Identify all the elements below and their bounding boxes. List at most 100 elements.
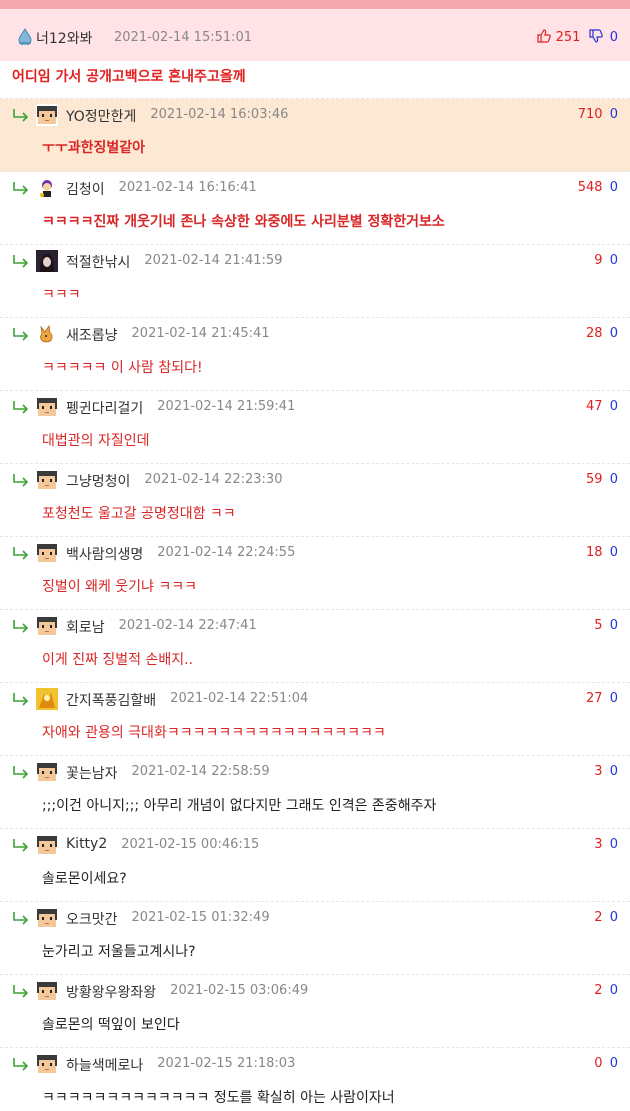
reply-header: 간지폭풍김할배 2021-02-14 22:51:04 27 0 (0, 683, 630, 715)
comment-date: 2021-02-14 15:51:01 (114, 30, 253, 45)
avatar-pixel-face[interactable] (36, 761, 58, 783)
reply-header: 꽃는남자 2021-02-14 22:58:59 3 0 (0, 756, 630, 788)
reply-text: ㅋㅋㅋ (42, 287, 81, 303)
reply-author[interactable]: 방황왕우왕좌왕 (66, 982, 156, 1002)
reply-date: 2021-02-14 21:59:41 (157, 399, 296, 414)
reply-header: 하늘색메로나 2021-02-15 21:18:03 0 0 (0, 1048, 630, 1080)
downvote-count: 0 (609, 180, 618, 195)
reply-item: 백사람의생명 2021-02-14 22:24:55 18 0 징벌이 왜케 웃… (0, 537, 630, 610)
top-accent-bar (0, 0, 630, 9)
upvote-count: 2 (594, 910, 603, 925)
vote-area: 2 0 (594, 983, 618, 998)
thumbs-down-icon[interactable] (588, 29, 603, 47)
reply-author[interactable]: 간지폭풍김할배 (66, 690, 156, 710)
reply-date: 2021-02-15 00:46:15 (121, 837, 260, 852)
reply-author[interactable]: 하늘색메로나 (66, 1055, 143, 1075)
reply-date: 2021-02-14 22:24:55 (157, 545, 296, 560)
reply-text: 대법관의 자질인데 (42, 433, 150, 449)
reply-text: 솔로몬이세요? (42, 871, 127, 887)
reply-item: 방황왕우왕좌왕 2021-02-15 03:06:49 2 0 솔로몬의 떡잎이… (0, 975, 630, 1048)
vote-area: 0 0 (594, 1056, 618, 1071)
reply-arrow-icon (12, 400, 30, 414)
reply-header: Kitty2 2021-02-15 00:46:15 3 0 (0, 829, 630, 861)
reply-text: ;;;이건 아니지;;; 아무리 개념이 없다지만 그래도 인격은 존중해주자 (42, 798, 437, 814)
reply-arrow-icon (12, 327, 30, 341)
avatar-pixel-face[interactable] (36, 834, 58, 856)
reply-item: 적절한낚시 2021-02-14 21:41:59 9 0 ㅋㅋㅋ (0, 245, 630, 318)
reply-item: 그냥멍청이 2021-02-14 22:23:30 59 0 포청천도 울고갈 … (0, 464, 630, 537)
vote-area: 2 0 (594, 910, 618, 925)
reply-arrow-icon (12, 108, 30, 122)
reply-header: 새조롭냥 2021-02-14 21:45:41 28 0 (0, 318, 630, 350)
reply-item: 김청이 2021-02-14 16:16:41 548 0 ㅋㅋㅋㅋ진짜 개웃기… (0, 172, 630, 245)
upvote-count: 548 (577, 180, 603, 195)
reply-item: 새조롭냥 2021-02-14 21:45:41 28 0 ㅋㅋㅋㅋㅋ 이 사람… (0, 318, 630, 391)
reply-arrow-icon (12, 546, 30, 560)
downvote-count: 0 (609, 691, 618, 706)
upvote-count: 9 (594, 253, 603, 268)
downvote-count: 0 (609, 618, 618, 633)
avatar-pixel-face[interactable] (36, 615, 58, 637)
avatar-pixel-face[interactable] (36, 542, 58, 564)
reply-arrow-icon (12, 254, 30, 268)
avatar-pixel-face[interactable] (36, 1053, 58, 1075)
avatar-pixel-face[interactable] (36, 396, 58, 418)
vote-area: 9 0 (594, 253, 618, 268)
reply-item: YO정만한게 2021-02-14 16:03:46 710 0 ㅜㅜ과한징벌같… (0, 99, 630, 172)
upvote-count: 251 (555, 30, 581, 45)
reply-author[interactable]: 그냥멍청이 (66, 471, 130, 491)
reply-date: 2021-02-15 21:18:03 (157, 1056, 296, 1071)
reply-author[interactable]: YO정만한게 (66, 106, 136, 126)
reply-header: 오크맛간 2021-02-15 01:32:49 2 0 (0, 902, 630, 934)
reply-date: 2021-02-14 22:23:30 (144, 472, 283, 487)
avatar-photo-portrait[interactable] (36, 250, 58, 272)
upvote-count: 3 (594, 764, 603, 779)
reply-text: ㅋㅋㅋㅋㅋㅋㅋㅋㅋㅋㅋㅋㅋ 정도를 확실히 아는 사람이자너 (42, 1090, 395, 1106)
reply-date: 2021-02-14 22:47:41 (118, 618, 257, 633)
reply-arrow-icon (12, 619, 30, 633)
downvote-count: 0 (609, 107, 618, 122)
downvote-count: 0 (609, 253, 618, 268)
reply-text: 징벌이 왜케 웃기냐 ㅋㅋㅋ (42, 579, 198, 595)
vote-area: 5 0 (594, 618, 618, 633)
reply-arrow-icon (12, 765, 30, 779)
downvote-count: 0 (609, 983, 618, 998)
reply-date: 2021-02-15 01:32:49 (131, 910, 270, 925)
downvote-count: 0 (609, 910, 618, 925)
reply-author[interactable]: 꽃는남자 (66, 763, 118, 783)
upvote-count: 18 (586, 545, 603, 560)
vote-area: 59 0 (586, 472, 618, 487)
avatar-pixel-face[interactable] (36, 980, 58, 1002)
reply-author[interactable]: 적절한낚시 (66, 252, 130, 272)
reply-author[interactable]: Kitty2 (66, 836, 107, 852)
vote-area: 710 0 (578, 107, 618, 122)
upvote-count: 710 (577, 107, 603, 122)
thumbs-up-icon[interactable] (537, 29, 552, 47)
avatar-cartoon-animal[interactable] (36, 323, 58, 345)
reply-header: 회로남 2021-02-14 22:47:41 5 0 (0, 610, 630, 642)
reply-header: 펭귄다리걸기 2021-02-14 21:59:41 47 0 (0, 391, 630, 423)
downvote-count: 0 (609, 837, 618, 852)
reply-author[interactable]: 새조롭냥 (66, 325, 118, 345)
vote-area: 3 0 (594, 764, 618, 779)
vote-area: 47 0 (586, 399, 618, 414)
avatar-pixel-character[interactable] (36, 177, 58, 199)
reply-author[interactable]: 김청이 (66, 179, 105, 199)
reply-arrow-icon (12, 911, 30, 925)
avatar-pixel-face[interactable] (36, 104, 58, 126)
reply-date: 2021-02-14 22:58:59 (131, 764, 270, 779)
reply-author[interactable]: 백사람의생명 (66, 544, 143, 564)
reply-author[interactable]: 오크맛간 (66, 909, 118, 929)
reply-author[interactable]: 펭귄다리걸기 (66, 398, 143, 418)
avatar-pixel-face[interactable] (36, 469, 58, 491)
comment-author[interactable]: 너12와봐 (36, 28, 92, 48)
reply-item: 꽃는남자 2021-02-14 22:58:59 3 0 ;;;이건 아니지;;… (0, 756, 630, 829)
avatar-pixel-face[interactable] (36, 907, 58, 929)
reply-author[interactable]: 회로남 (66, 617, 105, 637)
reply-item: Kitty2 2021-02-15 00:46:15 3 0 솔로몬이세요? (0, 829, 630, 902)
vote-area: 548 0 (578, 180, 618, 195)
avatar-gold-image[interactable] (36, 688, 58, 710)
main-comment-text: 어디임 가서 공개고백으로 혼내주고올께 (0, 61, 630, 99)
reply-header: YO정만한게 2021-02-14 16:03:46 710 0 (0, 99, 630, 131)
reply-item: 간지폭풍김할배 2021-02-14 22:51:04 27 0 자애와 관용의… (0, 683, 630, 756)
